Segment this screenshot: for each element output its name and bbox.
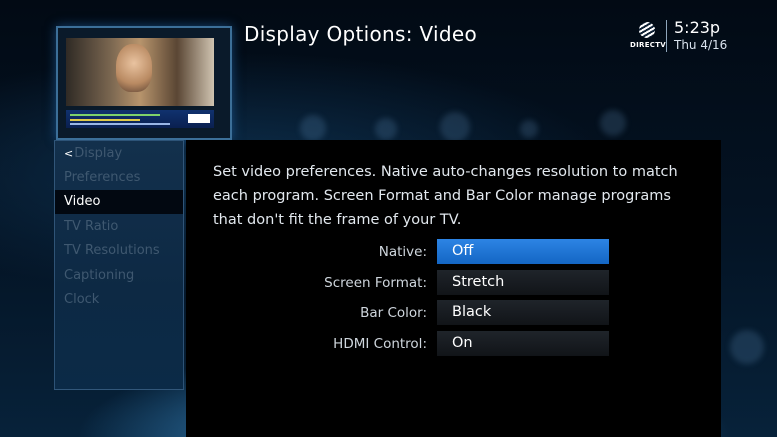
- sidebar-item-preferences[interactable]: Preferences: [55, 166, 183, 190]
- background-bokeh: [730, 330, 764, 364]
- sidebar-item-label: TV Ratio: [64, 219, 119, 234]
- sidebar-item-captioning[interactable]: Captioning: [55, 264, 183, 288]
- sidebar-item-video[interactable]: Video: [55, 190, 183, 214]
- panel-description: Set video preferences. Native auto-chang…: [213, 164, 678, 228]
- screen-format-label: Screen Format:: [324, 275, 427, 291]
- bar-color-setting[interactable]: Black: [437, 300, 609, 325]
- sidebar-item-label: Video: [64, 194, 101, 209]
- sidebar-item-label: Preferences: [64, 170, 141, 185]
- video-settings-panel: Set video preferences. Native auto-chang…: [186, 140, 721, 437]
- background-bokeh: [440, 112, 470, 142]
- background-bokeh: [520, 120, 538, 138]
- news-ticker: [66, 110, 214, 128]
- live-tv-preview: [56, 26, 232, 140]
- sidebar-item-tv-ratio[interactable]: TV Ratio: [55, 215, 183, 239]
- clock-time: 5:23p: [674, 18, 721, 37]
- sidebar-back-display[interactable]: <Display: [55, 142, 183, 166]
- sidebar-item-tv-resolutions[interactable]: TV Resolutions: [55, 239, 183, 263]
- channel-logo: [188, 114, 210, 123]
- sidebar-item-clock[interactable]: Clock: [55, 288, 183, 312]
- hdmi-control-setting[interactable]: On: [437, 331, 609, 356]
- att-globe-icon: [639, 22, 655, 38]
- native-setting[interactable]: Off: [437, 239, 609, 264]
- background-bokeh: [375, 118, 397, 140]
- hdmi-control-label: HDMI Control:: [333, 336, 427, 352]
- sidebar-item-label: TV Resolutions: [64, 243, 160, 258]
- screen-format-setting[interactable]: Stretch: [437, 270, 609, 295]
- directv-logo: DIRECTV: [630, 22, 667, 52]
- person-image: [116, 44, 152, 92]
- chevron-left-icon: <: [64, 147, 74, 160]
- video-frame: [66, 38, 214, 106]
- clock-date: Thu 4/16: [674, 38, 728, 52]
- native-label: Native:: [378, 244, 427, 260]
- header-divider: [666, 20, 667, 52]
- settings-sidebar: <Display Preferences Video TV Ratio TV R…: [54, 140, 184, 390]
- background-bokeh: [600, 110, 626, 136]
- bar-color-label: Bar Color:: [360, 305, 427, 321]
- sidebar-item-label: Captioning: [64, 268, 135, 283]
- page-title: Display Options: Video: [244, 22, 477, 46]
- brand-name: DIRECTV: [630, 41, 667, 49]
- sidebar-item-label: Clock: [64, 292, 100, 307]
- background-bokeh: [300, 115, 326, 141]
- sidebar-item-label: Display: [74, 146, 123, 161]
